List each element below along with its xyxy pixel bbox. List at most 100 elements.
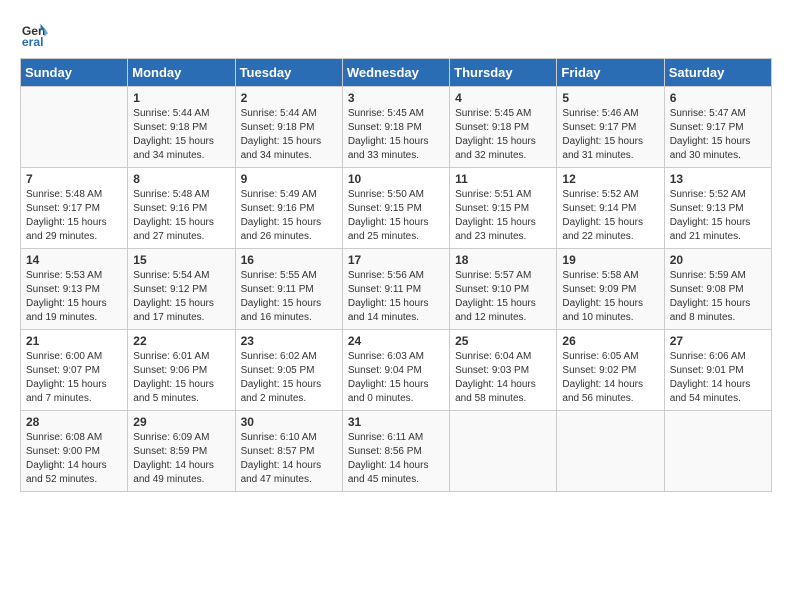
day-number: 10 <box>348 172 444 186</box>
day-content: Sunrise: 6:11 AM Sunset: 8:56 PM Dayligh… <box>348 431 444 487</box>
day-content: Sunrise: 6:09 AM Sunset: 8:59 PM Dayligh… <box>133 431 229 487</box>
calendar-cell: 6 Sunrise: 5:47 AM Sunset: 9:17 PM Daylig… <box>664 87 771 168</box>
day-content: Sunrise: 6:01 AM Sunset: 9:06 PM Dayligh… <box>133 350 229 406</box>
day-number: 20 <box>670 253 766 267</box>
day-of-week-header: Sunday <box>21 59 128 87</box>
calendar-cell: 19 Sunrise: 5:58 AM Sunset: 9:09 PM Dayli… <box>557 249 664 330</box>
day-number: 27 <box>670 334 766 348</box>
calendar-cell: 29 Sunrise: 6:09 AM Sunset: 8:59 PM Dayli… <box>128 411 235 492</box>
calendar-week-row: 21 Sunrise: 6:00 AM Sunset: 9:07 PM Dayli… <box>21 330 772 411</box>
calendar-week-row: 14Sunrise: 5:53 AM Sunset: 9:13 PM Dayli… <box>21 249 772 330</box>
day-content: Sunrise: 5:46 AM Sunset: 9:17 PM Dayligh… <box>562 107 658 163</box>
day-content: Sunrise: 6:00 AM Sunset: 9:07 PM Dayligh… <box>26 350 122 406</box>
calendar-cell: 13Sunrise: 5:52 AM Sunset: 9:13 PM Dayli… <box>664 168 771 249</box>
day-number: 8 <box>133 172 229 186</box>
day-number: 18 <box>455 253 551 267</box>
day-number: 26 <box>562 334 658 348</box>
calendar-cell: 4Sunrise: 5:45 AM Sunset: 9:18 PM Daylig… <box>450 87 557 168</box>
day-number: 28 <box>26 415 122 429</box>
day-content: Sunrise: 5:47 AM Sunset: 9:17 PM Dayligh… <box>670 107 766 163</box>
calendar-cell: 1 Sunrise: 5:44 AM Sunset: 9:18 PM Daylig… <box>128 87 235 168</box>
calendar-cell: 9Sunrise: 5:49 AM Sunset: 9:16 PM Daylig… <box>235 168 342 249</box>
calendar-cell: 24Sunrise: 6:03 AM Sunset: 9:04 PM Dayli… <box>342 330 449 411</box>
day-number: 3 <box>348 91 444 105</box>
calendar-cell: 21 Sunrise: 6:00 AM Sunset: 9:07 PM Dayli… <box>21 330 128 411</box>
day-of-week-header: Thursday <box>450 59 557 87</box>
day-number: 25 <box>455 334 551 348</box>
day-of-week-header: Wednesday <box>342 59 449 87</box>
day-number: 29 <box>133 415 229 429</box>
calendar-cell: 2 Sunrise: 5:44 AM Sunset: 9:18 PM Daylig… <box>235 87 342 168</box>
calendar-cell: 31Sunrise: 6:11 AM Sunset: 8:56 PM Dayli… <box>342 411 449 492</box>
day-content: Sunrise: 5:48 AM Sunset: 9:17 PM Dayligh… <box>26 188 122 244</box>
calendar-cell <box>557 411 664 492</box>
calendar-cell: 25 Sunrise: 6:04 AM Sunset: 9:03 PM Dayli… <box>450 330 557 411</box>
day-number: 16 <box>241 253 337 267</box>
day-content: Sunrise: 5:51 AM Sunset: 9:15 PM Dayligh… <box>455 188 551 244</box>
header: Gen eral <box>20 20 772 48</box>
day-content: Sunrise: 5:57 AM Sunset: 9:10 PM Dayligh… <box>455 269 551 325</box>
day-number: 1 <box>133 91 229 105</box>
calendar-cell <box>664 411 771 492</box>
calendar-cell <box>450 411 557 492</box>
day-content: Sunrise: 6:05 AM Sunset: 9:02 PM Dayligh… <box>562 350 658 406</box>
calendar-week-row: 28Sunrise: 6:08 AM Sunset: 9:00 PM Dayli… <box>21 411 772 492</box>
day-content: Sunrise: 5:50 AM Sunset: 9:15 PM Dayligh… <box>348 188 444 244</box>
calendar-cell: 5Sunrise: 5:46 AM Sunset: 9:17 PM Daylig… <box>557 87 664 168</box>
day-content: Sunrise: 5:52 AM Sunset: 9:14 PM Dayligh… <box>562 188 658 244</box>
day-content: Sunrise: 5:55 AM Sunset: 9:11 PM Dayligh… <box>241 269 337 325</box>
calendar-cell: 23 Sunrise: 6:02 AM Sunset: 9:05 PM Dayli… <box>235 330 342 411</box>
calendar-cell: 7 Sunrise: 5:48 AM Sunset: 9:17 PM Daylig… <box>21 168 128 249</box>
day-number: 14 <box>26 253 122 267</box>
calendar-cell: 27 Sunrise: 6:06 AM Sunset: 9:01 PM Dayli… <box>664 330 771 411</box>
calendar-cell: 3 Sunrise: 5:45 AM Sunset: 9:18 PM Daylig… <box>342 87 449 168</box>
day-number: 7 <box>26 172 122 186</box>
day-of-week-header: Monday <box>128 59 235 87</box>
calendar-cell: 26 Sunrise: 6:05 AM Sunset: 9:02 PM Dayli… <box>557 330 664 411</box>
day-number: 12 <box>562 172 658 186</box>
day-content: Sunrise: 5:44 AM Sunset: 9:18 PM Dayligh… <box>241 107 337 163</box>
calendar-cell: 8 Sunrise: 5:48 AM Sunset: 9:16 PM Daylig… <box>128 168 235 249</box>
day-number: 22 <box>133 334 229 348</box>
calendar-cell: 16 Sunrise: 5:55 AM Sunset: 9:11 PM Dayli… <box>235 249 342 330</box>
day-number: 13 <box>670 172 766 186</box>
day-content: Sunrise: 6:04 AM Sunset: 9:03 PM Dayligh… <box>455 350 551 406</box>
day-number: 23 <box>241 334 337 348</box>
calendar-cell: 15Sunrise: 5:54 AM Sunset: 9:12 PM Dayli… <box>128 249 235 330</box>
calendar-body: 1 Sunrise: 5:44 AM Sunset: 9:18 PM Daylig… <box>21 87 772 492</box>
calendar-cell: 14Sunrise: 5:53 AM Sunset: 9:13 PM Dayli… <box>21 249 128 330</box>
day-of-week-header: Saturday <box>664 59 771 87</box>
calendar-cell: 10 Sunrise: 5:50 AM Sunset: 9:15 PM Dayli… <box>342 168 449 249</box>
day-content: Sunrise: 5:44 AM Sunset: 9:18 PM Dayligh… <box>133 107 229 163</box>
calendar-cell: 28Sunrise: 6:08 AM Sunset: 9:00 PM Dayli… <box>21 411 128 492</box>
day-content: Sunrise: 5:56 AM Sunset: 9:11 PM Dayligh… <box>348 269 444 325</box>
day-number: 24 <box>348 334 444 348</box>
day-content: Sunrise: 5:45 AM Sunset: 9:18 PM Dayligh… <box>348 107 444 163</box>
calendar-week-row: 7 Sunrise: 5:48 AM Sunset: 9:17 PM Daylig… <box>21 168 772 249</box>
day-of-week-header: Friday <box>557 59 664 87</box>
day-number: 19 <box>562 253 658 267</box>
calendar-week-row: 1 Sunrise: 5:44 AM Sunset: 9:18 PM Daylig… <box>21 87 772 168</box>
calendar-cell: 18 Sunrise: 5:57 AM Sunset: 9:10 PM Dayli… <box>450 249 557 330</box>
day-number: 30 <box>241 415 337 429</box>
day-content: Sunrise: 6:02 AM Sunset: 9:05 PM Dayligh… <box>241 350 337 406</box>
day-content: Sunrise: 5:48 AM Sunset: 9:16 PM Dayligh… <box>133 188 229 244</box>
calendar-cell: 12 Sunrise: 5:52 AM Sunset: 9:14 PM Dayli… <box>557 168 664 249</box>
day-content: Sunrise: 5:58 AM Sunset: 9:09 PM Dayligh… <box>562 269 658 325</box>
calendar-cell <box>21 87 128 168</box>
calendar-cell: 30Sunrise: 6:10 AM Sunset: 8:57 PM Dayli… <box>235 411 342 492</box>
svg-text:eral: eral <box>22 35 44 48</box>
day-number: 21 <box>26 334 122 348</box>
calendar-header: SundayMondayTuesdayWednesdayThursdayFrid… <box>21 59 772 87</box>
calendar-cell: 22 Sunrise: 6:01 AM Sunset: 9:06 PM Dayli… <box>128 330 235 411</box>
day-of-week-header: Tuesday <box>235 59 342 87</box>
day-number: 2 <box>241 91 337 105</box>
day-number: 6 <box>670 91 766 105</box>
day-content: Sunrise: 5:54 AM Sunset: 9:12 PM Dayligh… <box>133 269 229 325</box>
calendar-cell: 17Sunrise: 5:56 AM Sunset: 9:11 PM Dayli… <box>342 249 449 330</box>
header-row: SundayMondayTuesdayWednesdayThursdayFrid… <box>21 59 772 87</box>
day-content: Sunrise: 6:06 AM Sunset: 9:01 PM Dayligh… <box>670 350 766 406</box>
day-content: Sunrise: 5:49 AM Sunset: 9:16 PM Dayligh… <box>241 188 337 244</box>
calendar-cell: 11Sunrise: 5:51 AM Sunset: 9:15 PM Dayli… <box>450 168 557 249</box>
day-content: Sunrise: 5:45 AM Sunset: 9:18 PM Dayligh… <box>455 107 551 163</box>
